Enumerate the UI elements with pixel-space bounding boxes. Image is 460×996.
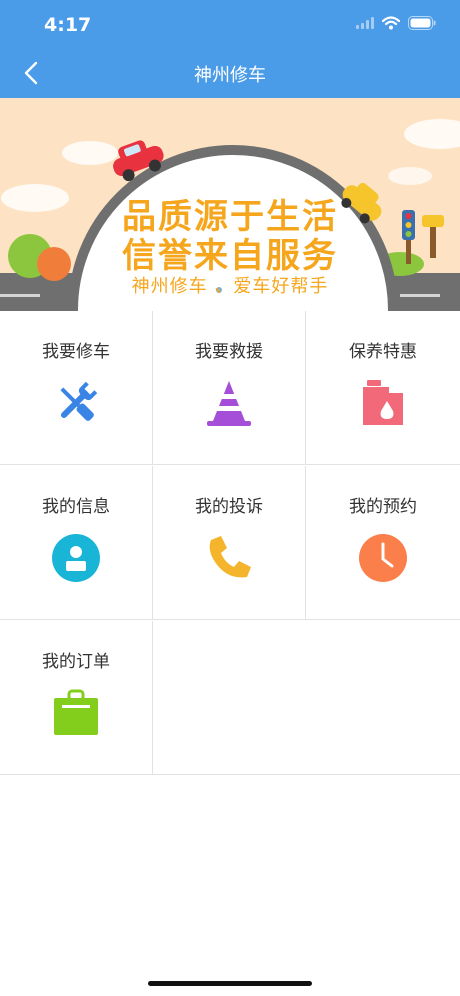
status-icons — [356, 16, 436, 30]
menu-item-repair[interactable]: 我要修车 — [0, 311, 153, 465]
menu-item-label: 我要救援 — [195, 342, 263, 362]
menu-item-maintenance-deals[interactable]: 保养特惠 — [306, 311, 460, 465]
phone-icon — [209, 536, 251, 578]
menu-item-label: 我的信息 — [42, 497, 110, 517]
banner-tagline: 神州修车 、爱车好帮手 — [131, 276, 329, 297]
menu-item-label: 保养特惠 — [349, 342, 417, 362]
menu-item-label: 我的投诉 — [195, 497, 263, 517]
menu-item-my-orders[interactable]: 我的订单 — [0, 621, 153, 775]
promo-banner[interactable]: 品质源于生活 信誉来自服务 神州修车 、爱车好帮手 — [0, 98, 460, 311]
nav-bar: 神州修车 — [0, 48, 460, 98]
wrench-screwdriver-icon — [60, 381, 98, 421]
menu-item-my-info[interactable]: 我的信息 — [0, 466, 153, 620]
menu-item-rescue[interactable]: 我要救援 — [153, 311, 306, 465]
service-menu-grid: 我要修车 我要救援 保养特惠 我的信息 我的投诉 我的预约 我的订单 — [0, 311, 460, 775]
user-profile-icon — [52, 534, 100, 582]
status-bar: 4:17 — [0, 0, 460, 48]
menu-item-label: 我的订单 — [42, 652, 110, 672]
empty-grid-area — [153, 621, 460, 775]
signal-icon — [356, 17, 374, 29]
clock-icon — [359, 534, 407, 582]
page-title: 神州修车 — [194, 65, 266, 86]
traffic-cone-icon — [207, 381, 251, 426]
menu-item-label: 我的预约 — [349, 497, 417, 517]
banner-slogan-line2: 信誉来自服务 — [122, 236, 338, 276]
menu-item-label: 我要修车 — [42, 342, 110, 362]
wifi-icon — [382, 16, 400, 30]
app-header: 4:17 神州修车 — [0, 0, 460, 98]
home-indicator — [148, 981, 312, 986]
status-time: 4:17 — [44, 14, 92, 36]
battery-icon — [408, 16, 436, 30]
menu-item-my-complaints[interactable]: 我的投诉 — [153, 466, 306, 620]
menu-item-my-appointments[interactable]: 我的预约 — [306, 466, 460, 620]
oil-can-icon — [363, 380, 403, 425]
shopping-bag-icon — [54, 689, 98, 735]
